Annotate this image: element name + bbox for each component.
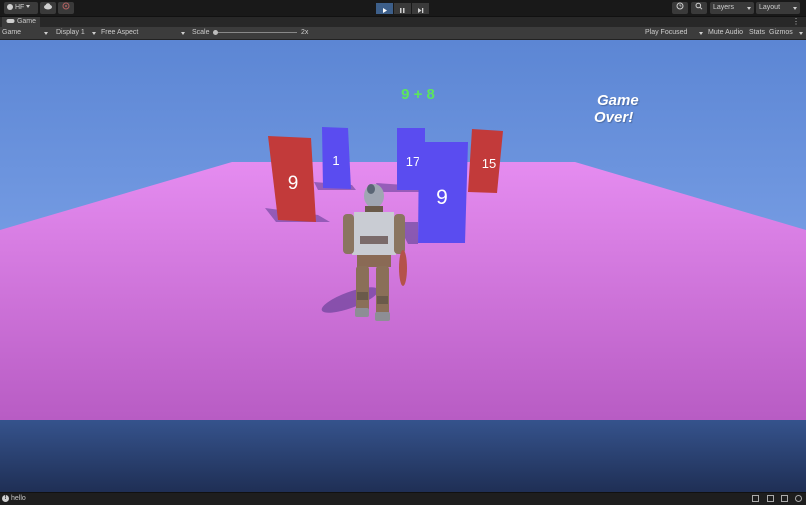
more-options-icon[interactable]: ⋮ xyxy=(792,17,800,27)
info-icon: ! xyxy=(2,495,9,502)
account-icon xyxy=(7,4,13,10)
mute-audio-toggle[interactable]: Mute Audio xyxy=(708,27,743,39)
collab-icon xyxy=(62,2,70,10)
pause-icon xyxy=(400,8,405,13)
pause-button[interactable] xyxy=(394,3,411,14)
chevron-down-icon xyxy=(92,32,96,35)
equation-label: 9 + 8 xyxy=(401,86,435,103)
panel-label: 1 xyxy=(332,153,339,168)
debug-icon[interactable] xyxy=(752,495,759,502)
chevron-down-icon xyxy=(747,7,751,10)
aspect-select-value: Free Aspect xyxy=(101,29,139,36)
display-select[interactable]: Display 1 xyxy=(56,27,96,39)
layers-label: Layers xyxy=(713,4,735,11)
scale-slider[interactable] xyxy=(213,27,297,39)
account-dropdown[interactable]: HF xyxy=(4,2,38,14)
panel-label: 9 xyxy=(288,173,299,194)
status-bar: ! hello xyxy=(0,492,806,505)
layout-label: Layout xyxy=(759,4,781,11)
layers-dropdown[interactable]: Layers xyxy=(710,2,754,14)
play-button[interactable] xyxy=(376,3,393,14)
history-icon xyxy=(676,2,684,10)
cloud-button[interactable] xyxy=(40,2,56,14)
search-icon xyxy=(695,2,703,10)
playback-controls xyxy=(376,3,430,14)
stats-toggle[interactable]: Stats xyxy=(749,27,765,39)
sync-icon[interactable] xyxy=(781,495,788,502)
display-select-value: Display 1 xyxy=(56,29,85,36)
chevron-down-icon xyxy=(181,32,185,35)
aspect-select[interactable]: Free Aspect xyxy=(101,27,185,39)
search-button[interactable] xyxy=(691,2,707,14)
tab-bar: Game ⋮ xyxy=(0,17,806,27)
console-message[interactable]: hello xyxy=(11,493,26,505)
chevron-down-icon xyxy=(799,32,803,35)
step-icon xyxy=(418,8,424,13)
history-button[interactable] xyxy=(672,2,688,14)
gizmos-select[interactable]: Gizmos xyxy=(769,27,803,39)
game-scene: 9 1 17 15 9 xyxy=(0,40,806,492)
gizmos-label: Gizmos xyxy=(769,29,793,36)
water xyxy=(0,418,806,492)
game-view-toolbar: Game Display 1 Free Aspect Scale 2x Play… xyxy=(0,27,806,40)
gamepad-icon xyxy=(6,19,15,23)
panel-label: 17 xyxy=(406,154,420,169)
play-mode-value: Play Focused xyxy=(645,29,688,36)
chevron-down-icon xyxy=(793,7,797,10)
chevron-down-icon xyxy=(44,32,48,35)
step-button[interactable] xyxy=(412,3,429,14)
cloud-icon xyxy=(44,3,52,10)
panel-label: 15 xyxy=(482,156,496,171)
chevron-down-icon xyxy=(699,32,703,35)
game-over-line2: Over! xyxy=(594,109,634,126)
game-over-line1: Game xyxy=(597,92,639,109)
chevron-down-icon xyxy=(26,5,31,8)
play-icon xyxy=(383,8,387,13)
play-mode-select[interactable]: Play Focused xyxy=(645,27,703,39)
panel-label: 9 xyxy=(436,186,448,209)
view-select[interactable]: Game xyxy=(2,27,48,39)
settings-icon[interactable] xyxy=(795,495,802,502)
scale-value: 2x xyxy=(301,29,309,36)
view-select-value: Game xyxy=(2,29,22,36)
game-viewport[interactable]: 9 1 17 15 9 9 + 8 Game Over! xyxy=(0,40,806,492)
grid-icon[interactable] xyxy=(767,495,774,502)
account-label: HF xyxy=(14,4,25,11)
collab-button[interactable] xyxy=(58,2,74,14)
scale-label: Scale xyxy=(192,29,210,36)
scale-slider-handle[interactable] xyxy=(213,30,218,35)
layout-dropdown[interactable]: Layout xyxy=(756,2,800,14)
tab-title: Game xyxy=(16,18,37,25)
main-toolbar: HF Layers Layout xyxy=(0,0,806,17)
floor-plane xyxy=(0,162,806,420)
tab-game[interactable]: Game xyxy=(2,17,41,27)
